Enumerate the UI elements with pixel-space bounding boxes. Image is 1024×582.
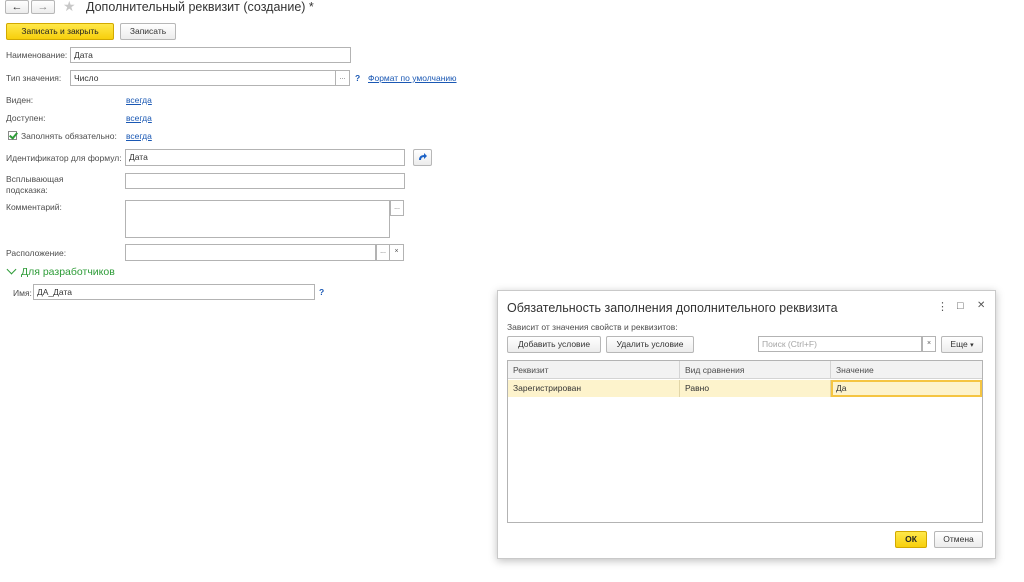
back-button[interactable]: ← [5, 0, 29, 14]
cell-value[interactable]: Да [831, 380, 982, 397]
dev-section-toggle[interactable]: Для разработчиков [6, 264, 115, 279]
required-label: Заполнять обязательно: [21, 131, 117, 141]
chevron-down-icon: ▾ [970, 342, 974, 349]
default-format-link[interactable]: Формат по умолчанию [368, 73, 457, 84]
column-header-value[interactable]: Значение [831, 361, 982, 379]
required-link[interactable]: всегда [126, 131, 152, 142]
comment-expand-button[interactable]: ... [390, 200, 404, 216]
type-select-button[interactable]: ... [336, 70, 350, 86]
search-input[interactable]: Поиск (Ctrl+F) [758, 336, 922, 352]
forward-button[interactable]: → [31, 0, 55, 14]
dev-name-label: Имя: [13, 288, 32, 298]
arrow-right-icon: → [37, 1, 49, 13]
star-icon[interactable]: ★ [63, 0, 76, 14]
close-icon[interactable]: ✕ [977, 299, 985, 313]
formula-id-label: Идентификатор для формул: [6, 153, 122, 163]
tooltip-label: Всплывающая подсказка: [6, 174, 64, 195]
save-and-close-button[interactable]: Записать и закрыть [6, 23, 114, 40]
formula-id-field[interactable]: Дата [125, 149, 405, 166]
dots-icon: ... [380, 248, 386, 255]
formula-id-button[interactable] [413, 149, 432, 166]
ok-button[interactable]: ОК [895, 531, 927, 548]
remove-condition-button[interactable]: Удалить условие [606, 336, 694, 353]
required-checkbox[interactable] [8, 131, 17, 140]
type-label: Тип значения: [6, 73, 62, 83]
arrow-left-icon: ← [11, 1, 23, 13]
dots-icon: ... [394, 204, 400, 211]
redo-arrow-icon [419, 153, 427, 160]
dev-section-title: Для разработчиков [21, 266, 115, 278]
dialog-subtitle: Зависит от значения свойств и реквизитов… [507, 322, 678, 332]
cell-attribute[interactable]: Зарегистрирован [508, 380, 680, 397]
dialog-title: Обязательность заполнения дополнительног… [507, 301, 838, 315]
required-fill-dialog: Обязательность заполнения дополнительног… [497, 290, 996, 559]
clear-icon: × [394, 248, 399, 255]
kebab-menu-icon[interactable]: ⋮ [937, 300, 948, 314]
available-label: Доступен: [6, 113, 46, 123]
search-clear-button[interactable]: × [922, 336, 936, 352]
column-header-attribute[interactable]: Реквизит [508, 361, 680, 379]
dev-name-help-icon[interactable]: ? [319, 287, 324, 298]
add-condition-button[interactable]: Добавить условие [507, 336, 601, 353]
name-label: Наименование: [6, 50, 68, 60]
cancel-button[interactable]: Отмена [934, 531, 983, 548]
dev-name-field[interactable]: ДА_Дата [33, 284, 315, 300]
location-label: Расположение: [6, 248, 67, 258]
dots-icon: ... [339, 74, 346, 81]
chevron-down-icon [6, 264, 17, 275]
page-title: Дополнительный реквизит (создание) * [86, 0, 314, 14]
location-select-button[interactable]: ... [376, 244, 390, 261]
location-clear-button[interactable]: × [390, 244, 404, 261]
location-field[interactable] [125, 244, 376, 261]
save-button[interactable]: Записать [120, 23, 176, 40]
visible-link[interactable]: всегда [126, 95, 152, 106]
type-help-icon[interactable]: ? [355, 73, 360, 84]
available-link[interactable]: всегда [126, 113, 152, 124]
clear-icon: × [926, 340, 932, 347]
conditions-table: Реквизит Вид сравнения Значение Зарегист… [507, 360, 983, 523]
comment-label: Комментарий: [6, 202, 62, 212]
tooltip-field[interactable] [125, 173, 405, 189]
column-header-comparison[interactable]: Вид сравнения [680, 361, 831, 379]
maximize-icon[interactable]: □ [957, 299, 964, 313]
name-field[interactable]: Дата [70, 47, 351, 63]
type-field[interactable]: Число [70, 70, 336, 86]
visible-label: Виден: [6, 95, 34, 105]
more-label: Еще [950, 339, 968, 349]
cell-comparison[interactable]: Равно [680, 380, 831, 397]
more-button[interactable]: Еще ▾ [941, 336, 983, 353]
comment-field[interactable] [125, 200, 390, 238]
